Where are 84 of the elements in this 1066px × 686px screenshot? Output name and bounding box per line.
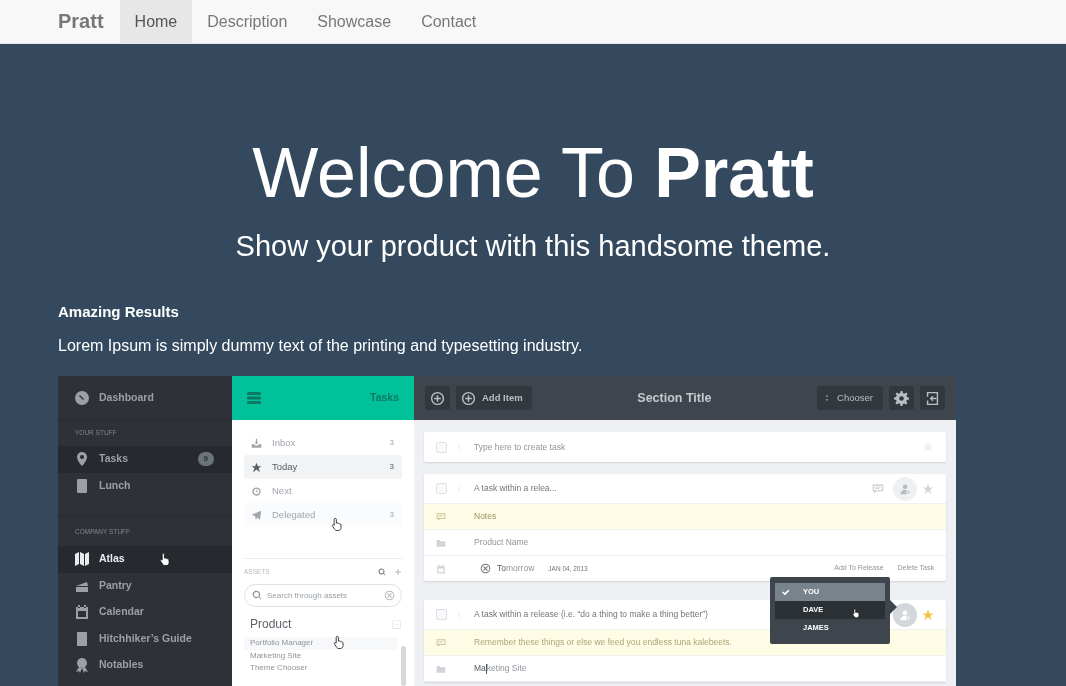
star-icon[interactable] (922, 608, 934, 621)
notes-row[interactable]: Notes (424, 504, 946, 530)
inbox-icon (251, 437, 262, 449)
paper-plane-icon (251, 509, 262, 521)
add-item-button[interactable]: Add Item (456, 386, 532, 410)
list-item[interactable]: Next (244, 479, 402, 503)
sidebar-item[interactable]: Calendar (58, 599, 232, 626)
scrollbar[interactable] (401, 646, 406, 686)
sidebar-item[interactable]: Lunch (58, 472, 232, 499)
group-title: Product (250, 616, 292, 633)
sidebar-item[interactable]: Dashboard (99, 389, 154, 406)
hero-title: Welcome To Pratt (251, 133, 815, 214)
add-button[interactable] (425, 386, 450, 410)
award-icon (74, 657, 90, 674)
note-icon (436, 511, 446, 522)
sidebar-item[interactable]: Atlas (58, 546, 232, 573)
assign-button[interactable] (893, 476, 917, 501)
comment-icon (872, 482, 884, 495)
exit-icon (925, 390, 940, 406)
due-field[interactable]: Tomorrow (497, 562, 535, 575)
sidebar-item[interactable]: Notables (58, 652, 232, 679)
item-count: 3 (389, 461, 394, 473)
hand-cursor-icon (851, 606, 861, 620)
assign-button[interactable] (893, 602, 917, 627)
checkbox[interactable] (436, 441, 447, 453)
note-text[interactable]: Remember these things or else we feed you endless tuna kalebeets. (474, 636, 934, 649)
product-field[interactable]: Maketing Site (474, 662, 527, 675)
checkbox[interactable] (436, 609, 447, 620)
feature-text: Lorem Ipsum is simply dummy text of the printing and typesetting industry. (58, 336, 584, 356)
gauge-icon (74, 389, 90, 406)
star-icon[interactable] (922, 482, 934, 495)
note-icon (436, 637, 446, 648)
calendar-icon (436, 563, 446, 574)
nav-link[interactable]: Home (119, 0, 193, 43)
task-title[interactable]: A task within a relea... (474, 482, 557, 495)
clear-icon (384, 590, 395, 601)
clear-icon (480, 563, 491, 574)
collapse-icon (391, 618, 402, 630)
add-icon (461, 390, 476, 406)
search-icon (252, 590, 262, 600)
sidebar-item[interactable]: Hitchhiker’s Guide (58, 625, 232, 652)
list-item[interactable]: Inbox 3 (244, 431, 402, 455)
list-item[interactable]: Today 3 (244, 455, 402, 479)
settings-icon (894, 390, 909, 406)
add-user-icon (899, 608, 911, 621)
add-icon (394, 567, 402, 576)
item-count: 3 (389, 509, 394, 521)
section-title: Section Title (636, 389, 713, 407)
settings-button[interactable] (889, 386, 914, 410)
chooser-button[interactable]: Chooser (817, 386, 883, 410)
asset-item[interactable]: Marketing Site (244, 649, 398, 662)
add-user-icon (899, 482, 911, 495)
item-count: 3 (389, 437, 394, 449)
asset-item[interactable]: Portfolio Manager (244, 637, 398, 650)
panel-title: Tasks (370, 390, 399, 406)
feature-heading: Amazing Results (58, 302, 180, 322)
brand[interactable]: Pratt (58, 0, 104, 43)
search-field[interactable]: Search through assets (244, 584, 402, 607)
sidebar-item[interactable]: Tasks 9 (58, 446, 232, 473)
new-task-card[interactable]: Type here to create task (424, 432, 946, 462)
product-field[interactable]: Product Name (474, 536, 934, 549)
new-task-field[interactable]: Type here to create task (474, 440, 922, 454)
nav-link[interactable]: Contact (406, 0, 492, 43)
notes-field[interactable]: Notes (474, 510, 934, 523)
map-pin-icon (74, 451, 90, 468)
sidebar-item[interactable]: Pantry (58, 572, 232, 599)
nav-link[interactable]: Showcase (302, 0, 407, 43)
search-icon (378, 567, 386, 576)
add-icon (430, 390, 445, 406)
folder-icon (436, 537, 446, 548)
count-badge: 9 (197, 452, 214, 467)
asset-item[interactable]: Theme Chooser (244, 662, 398, 675)
star-icon (251, 461, 262, 473)
folder-icon (436, 663, 446, 674)
hero-subtitle: Show your product with this handsome theme. (234, 229, 832, 264)
calendar-icon (74, 604, 90, 621)
exit-button[interactable] (920, 386, 945, 410)
task-title[interactable]: A task within a release (i.e. “do a thing to make a thing better”) (474, 608, 708, 621)
alarm-clock-icon (251, 485, 262, 497)
menu-icon (246, 390, 262, 406)
check-icon (781, 587, 791, 597)
checkbox[interactable] (436, 483, 447, 494)
nav-link[interactable]: Description (192, 0, 303, 43)
map-icon (74, 551, 90, 568)
